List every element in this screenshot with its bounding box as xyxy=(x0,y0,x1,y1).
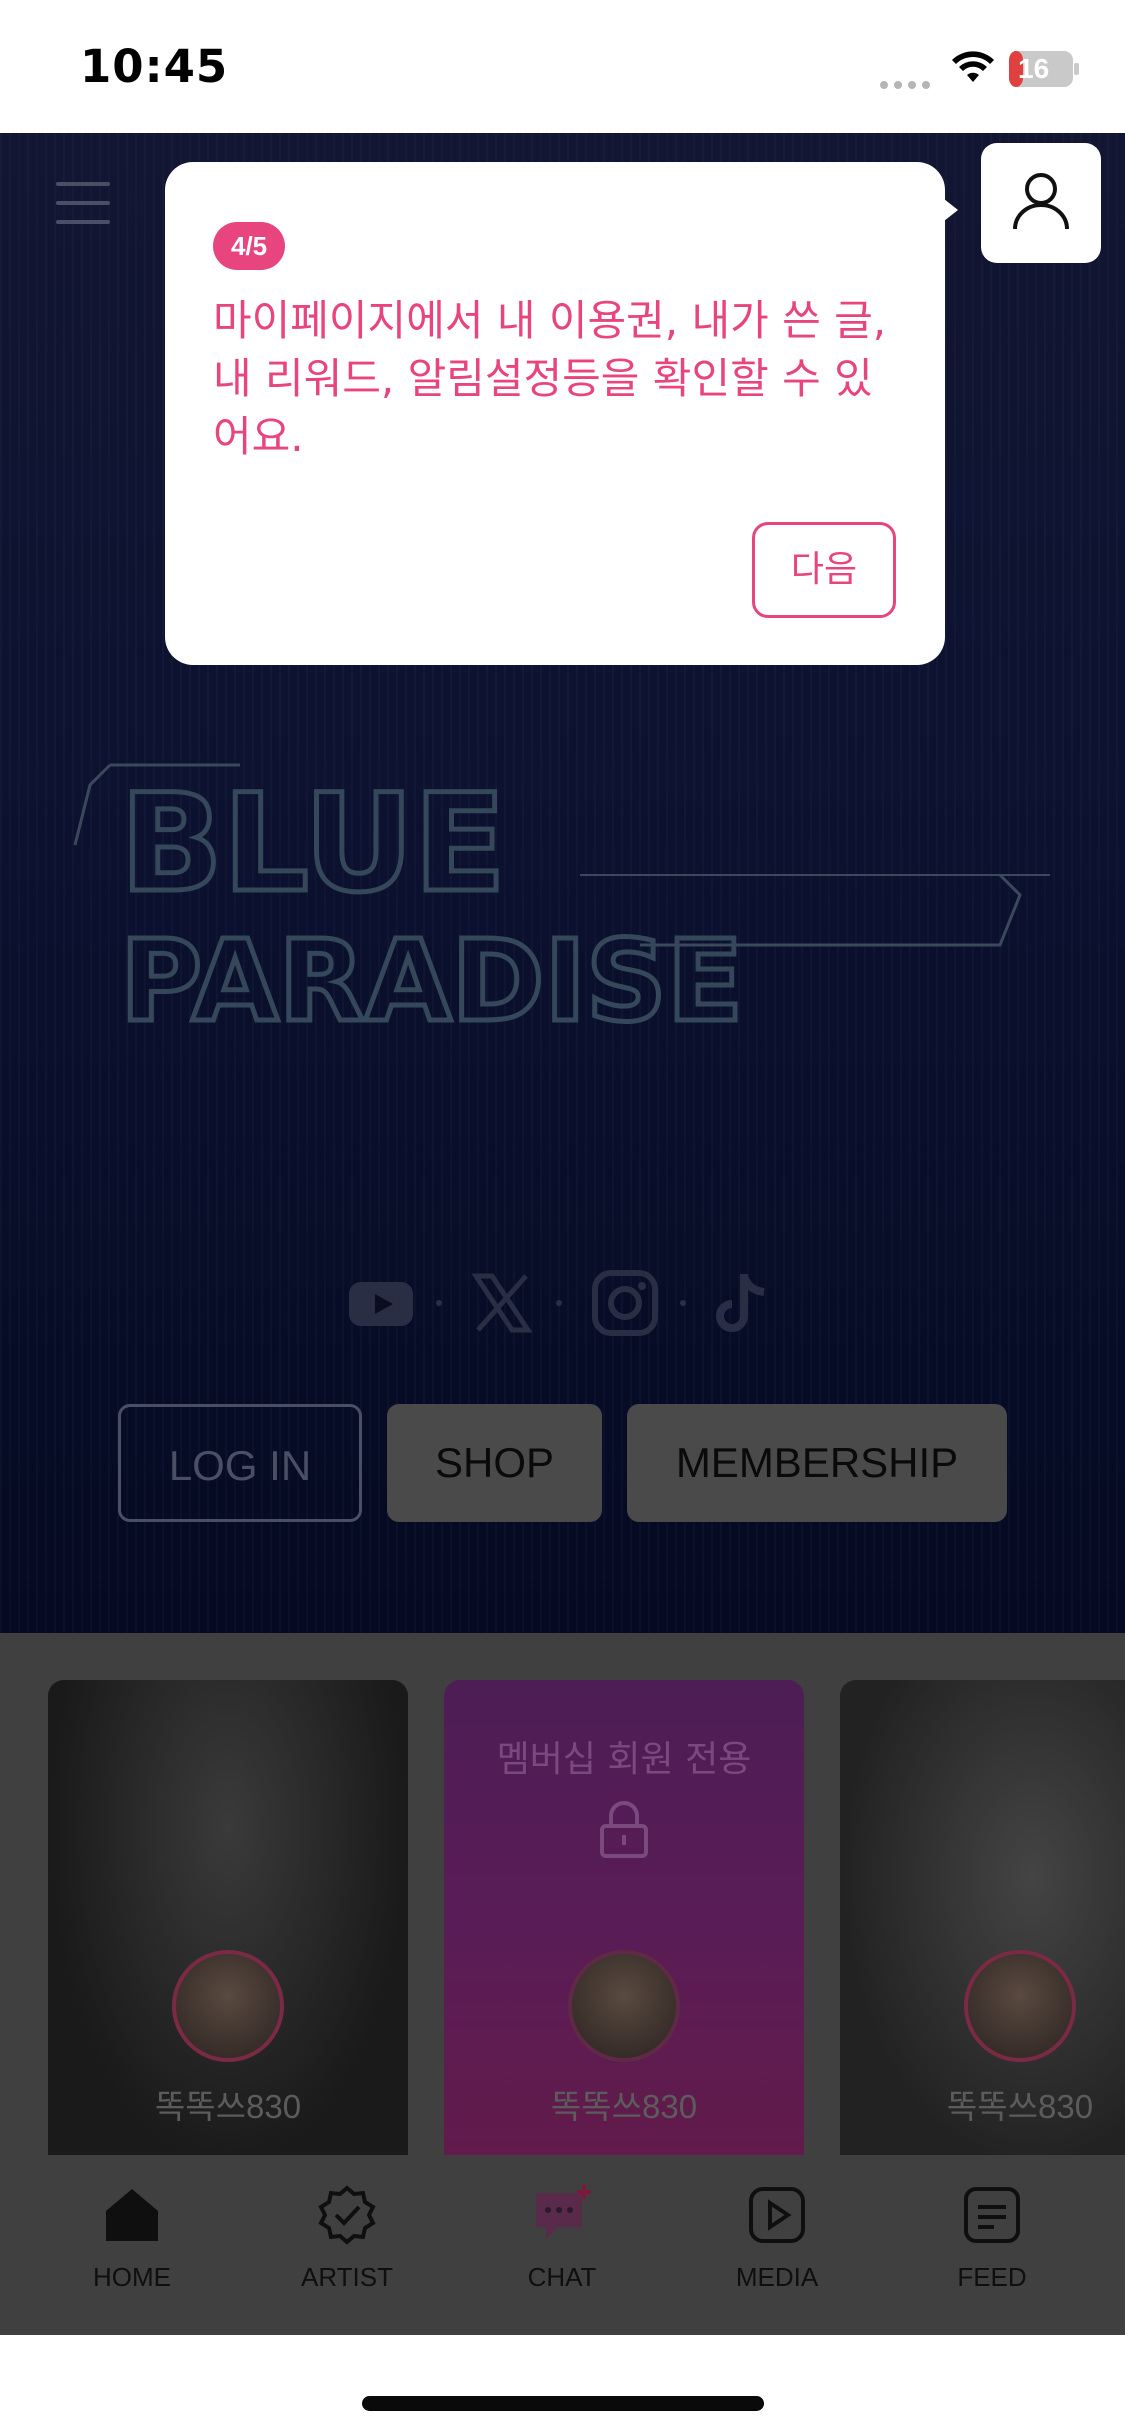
separator-dot xyxy=(556,1300,562,1306)
tab-label: MEDIA xyxy=(735,2262,819,2292)
content-carousel: 똑똑쓰830 멤버십 회원 전용 똑똑쓰830 똑똑쓰830 xyxy=(0,1633,1125,2155)
tab-artist[interactable]: ARTIST xyxy=(267,2155,427,2335)
tab-home[interactable]: HOME xyxy=(52,2155,212,2335)
membership-only-label: 멤버십 회원 전용 xyxy=(496,1739,752,1780)
card-author: 똑똑쓰830 xyxy=(550,2088,698,2125)
verified-badge-icon xyxy=(318,2185,376,2245)
tab-label: FEED xyxy=(957,2262,1027,2292)
logo-line2: PARADISE xyxy=(120,917,743,1047)
youtube-icon[interactable] xyxy=(346,1268,416,1338)
feed-icon xyxy=(964,2187,1020,2243)
shop-button[interactable]: SHOP xyxy=(387,1404,602,1522)
login-button[interactable]: LOG IN xyxy=(118,1404,362,1522)
tiktok-icon[interactable] xyxy=(708,1268,778,1338)
membership-button[interactable]: MEMBERSHIP xyxy=(627,1404,1007,1522)
battery-level: 16 xyxy=(1018,53,1050,84)
next-button[interactable]: 다음 xyxy=(752,522,896,618)
avatar xyxy=(964,1950,1076,2062)
tab-bar: HOME ARTIST CHAT MEDIA FEED xyxy=(0,2155,1125,2335)
step-indicator: 4/5 xyxy=(213,222,286,270)
play-icon xyxy=(749,2187,805,2243)
lock-icon xyxy=(600,1801,648,1858)
cellular-signal-icon xyxy=(880,74,936,89)
tab-label: HOME xyxy=(93,2262,171,2292)
separator-dot xyxy=(436,1300,442,1306)
content-card-locked[interactable]: 멤버십 회원 전용 똑똑쓰830 xyxy=(444,1680,804,2155)
home-icon xyxy=(106,2189,158,2241)
user-icon xyxy=(1013,173,1069,230)
avatar xyxy=(172,1950,284,2062)
chat-icon xyxy=(536,2185,591,2239)
tab-media[interactable]: MEDIA xyxy=(697,2155,857,2335)
card-author: 똑똑쓰830 xyxy=(946,2088,1094,2125)
status-time: 10:45 xyxy=(80,40,229,93)
content-card[interactable]: 똑똑쓰830 xyxy=(48,1680,408,2155)
tab-label: ARTIST xyxy=(301,2262,393,2292)
tooltip-pointer xyxy=(930,188,958,232)
my-page-button[interactable] xyxy=(981,143,1101,263)
x-icon[interactable] xyxy=(466,1268,536,1338)
content-card[interactable]: 똑똑쓰830 xyxy=(840,1680,1125,2155)
tab-label: CHAT xyxy=(527,2262,597,2292)
separator-dot xyxy=(680,1300,686,1306)
tab-feed[interactable]: FEED xyxy=(912,2155,1072,2335)
avatar xyxy=(568,1950,680,2062)
home-indicator[interactable] xyxy=(362,2396,764,2411)
home-indicator-area xyxy=(0,2335,1125,2436)
tab-chat[interactable]: CHAT xyxy=(482,2155,642,2335)
logo-line1: BLUE xyxy=(120,765,506,922)
blue-paradise-logo: BLUE PARADISE xyxy=(73,763,1050,1050)
instagram-icon[interactable] xyxy=(590,1268,660,1338)
wifi-icon xyxy=(952,51,994,82)
menu-icon[interactable] xyxy=(56,182,110,224)
battery-icon: 16 xyxy=(1008,50,1080,88)
tooltip-message: 마이페이지에서 내 이용권, 내가 쓴 글, 내 리워드, 알림설정등을 확인할… xyxy=(213,296,887,461)
card-author: 똑똑쓰830 xyxy=(154,2088,302,2125)
